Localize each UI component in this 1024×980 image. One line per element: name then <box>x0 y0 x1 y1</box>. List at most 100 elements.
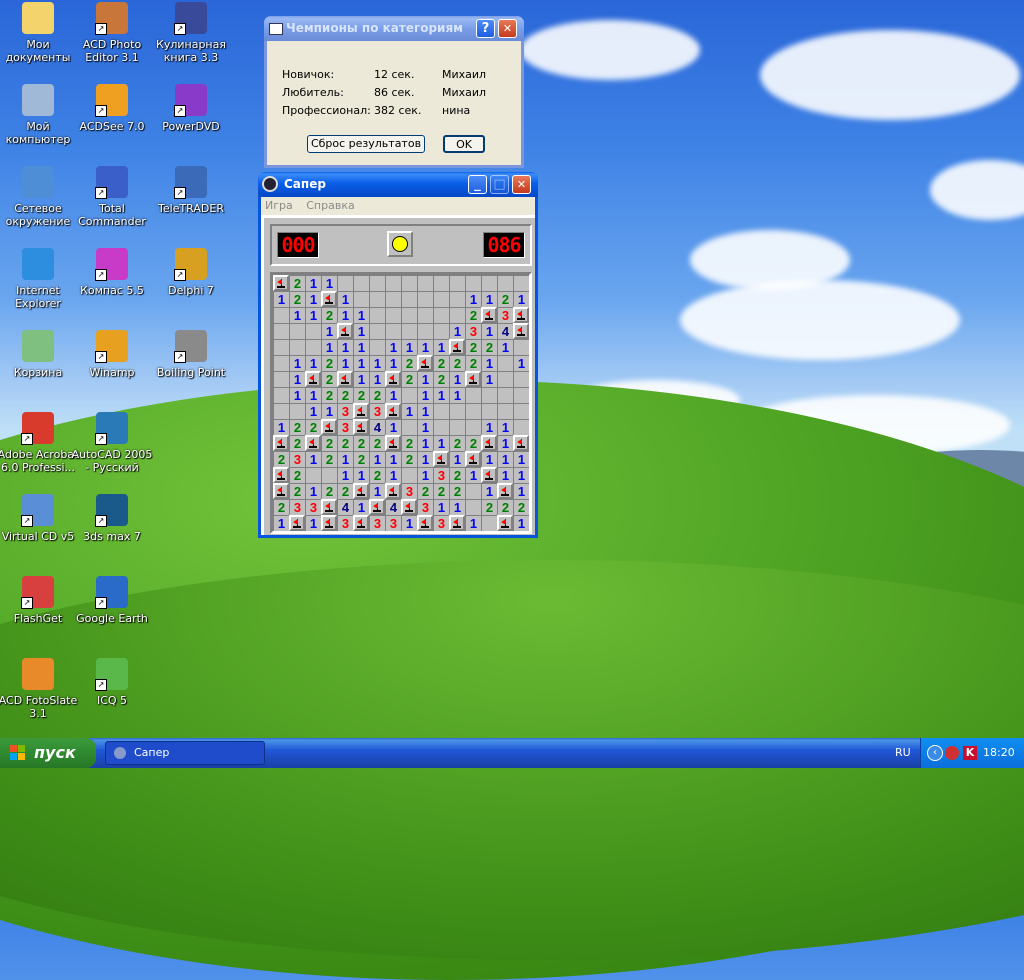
mine-cell[interactable]: 1 <box>449 499 465 515</box>
mine-cell[interactable]: 2 <box>497 291 513 307</box>
desktop-icon[interactable]: ↗ FlashGet <box>0 576 80 625</box>
mine-cell[interactable]: 2 <box>321 387 337 403</box>
desktop-icon[interactable]: ACD FotoSlate 3.1 <box>0 658 80 720</box>
mine-cell[interactable]: 1 <box>337 307 353 323</box>
mine-cell[interactable]: 2 <box>353 387 369 403</box>
mine-cell[interactable]: 2 <box>321 371 337 387</box>
mine-cell[interactable] <box>369 275 385 291</box>
mine-cell[interactable]: 1 <box>513 451 529 467</box>
mine-cell[interactable] <box>353 275 369 291</box>
desktop-icon[interactable]: ↗ Delphi 7 <box>149 248 233 297</box>
mine-cell[interactable] <box>417 275 433 291</box>
mine-cell[interactable]: 2 <box>433 483 449 499</box>
mine-cell[interactable]: 1 <box>385 387 401 403</box>
mine-cell[interactable]: 1 <box>417 467 433 483</box>
mine-cell[interactable]: 2 <box>289 291 305 307</box>
mine-cell[interactable] <box>465 499 481 515</box>
mine-cell[interactable] <box>417 291 433 307</box>
mine-cell[interactable] <box>273 355 289 371</box>
mine-cell[interactable]: 1 <box>417 403 433 419</box>
mine-cell[interactable]: 1 <box>273 515 289 531</box>
mine-cell[interactable]: 1 <box>353 339 369 355</box>
mine-cell[interactable]: 1 <box>497 451 513 467</box>
mine-cell[interactable]: 2 <box>337 483 353 499</box>
kaspersky-icon[interactable]: K <box>963 746 977 760</box>
mine-cell[interactable] <box>513 387 529 403</box>
mine-cell[interactable]: 1 <box>513 515 529 531</box>
mine-cell[interactable]: 1 <box>305 483 321 499</box>
menu-game[interactable]: Игра <box>265 199 293 212</box>
mine-cell[interactable] <box>497 515 513 531</box>
mine-cell[interactable]: 1 <box>353 307 369 323</box>
mine-cell[interactable]: 2 <box>513 499 529 515</box>
mine-cell[interactable]: 2 <box>321 355 337 371</box>
mine-cell[interactable] <box>385 435 401 451</box>
mine-cell[interactable] <box>433 403 449 419</box>
mine-cell[interactable]: 1 <box>353 323 369 339</box>
menu-help[interactable]: Справка <box>306 199 354 212</box>
desktop-icon[interactable]: ↗ ICQ 5 <box>70 658 154 707</box>
mine-cell[interactable]: 1 <box>497 467 513 483</box>
mine-cell[interactable] <box>305 467 321 483</box>
mine-cell[interactable]: 1 <box>305 387 321 403</box>
mine-cell[interactable] <box>305 435 321 451</box>
mine-cell[interactable]: 2 <box>321 435 337 451</box>
ok-button[interactable]: OK <box>443 135 485 153</box>
mine-cell[interactable] <box>385 483 401 499</box>
mine-cell[interactable]: 3 <box>401 483 417 499</box>
mine-cell[interactable] <box>513 419 529 435</box>
mine-cell[interactable]: 3 <box>305 499 321 515</box>
mine-cell[interactable]: 1 <box>337 451 353 467</box>
mine-cell[interactable]: 1 <box>321 339 337 355</box>
mine-cell[interactable]: 1 <box>353 499 369 515</box>
mine-cell[interactable] <box>273 307 289 323</box>
mine-cell[interactable]: 1 <box>417 371 433 387</box>
mine-cell[interactable]: 2 <box>449 483 465 499</box>
mine-cell[interactable]: 1 <box>465 291 481 307</box>
desktop-icon[interactable]: ↗ Winamp <box>70 330 154 379</box>
mine-cell[interactable] <box>465 451 481 467</box>
mine-cell[interactable]: 4 <box>337 499 353 515</box>
mine-cell[interactable]: 2 <box>305 419 321 435</box>
mine-cell[interactable]: 1 <box>369 355 385 371</box>
mine-cell[interactable]: 2 <box>289 275 305 291</box>
mine-cell[interactable]: 1 <box>497 435 513 451</box>
desktop-icon[interactable]: ↗ Adobe Acrobat 6.0 Professi... <box>0 412 80 474</box>
mine-cell[interactable] <box>513 371 529 387</box>
mine-cell[interactable] <box>321 515 337 531</box>
mine-cell[interactable]: 1 <box>305 515 321 531</box>
mine-cell[interactable] <box>513 323 529 339</box>
mine-cell[interactable]: 1 <box>385 355 401 371</box>
language-indicator[interactable]: RU <box>895 738 911 768</box>
mine-cell[interactable] <box>321 419 337 435</box>
mine-cell[interactable] <box>449 307 465 323</box>
mine-cell[interactable]: 4 <box>385 499 401 515</box>
mine-cell[interactable] <box>465 275 481 291</box>
network-icon[interactable] <box>945 746 959 760</box>
mine-cell[interactable] <box>305 371 321 387</box>
mine-cell[interactable]: 1 <box>481 451 497 467</box>
mine-cell[interactable] <box>273 467 289 483</box>
mine-cell[interactable]: 2 <box>321 483 337 499</box>
mine-cell[interactable] <box>401 323 417 339</box>
mine-cell[interactable]: 1 <box>369 371 385 387</box>
close-button[interactable]: ✕ <box>498 19 517 38</box>
desktop-icon[interactable]: ↗ Google Earth <box>70 576 154 625</box>
mine-cell[interactable]: 2 <box>465 435 481 451</box>
desktop-icon[interactable]: ↗ AutoCAD 2005 - Русский <box>70 412 154 474</box>
mine-cell[interactable]: 2 <box>481 339 497 355</box>
close-button[interactable]: ✕ <box>512 175 531 194</box>
mine-cell[interactable]: 1 <box>273 419 289 435</box>
mine-cell[interactable] <box>273 339 289 355</box>
mine-cell[interactable] <box>497 371 513 387</box>
mine-cell[interactable]: 3 <box>289 499 305 515</box>
mine-cell[interactable]: 2 <box>353 435 369 451</box>
mine-cell[interactable]: 1 <box>481 371 497 387</box>
mine-cell[interactable]: 1 <box>433 387 449 403</box>
mine-cell[interactable]: 1 <box>289 371 305 387</box>
mine-cell[interactable] <box>513 307 529 323</box>
mine-cell[interactable]: 3 <box>369 403 385 419</box>
mine-cell[interactable] <box>513 339 529 355</box>
mine-cell[interactable] <box>497 355 513 371</box>
mine-cell[interactable] <box>449 403 465 419</box>
